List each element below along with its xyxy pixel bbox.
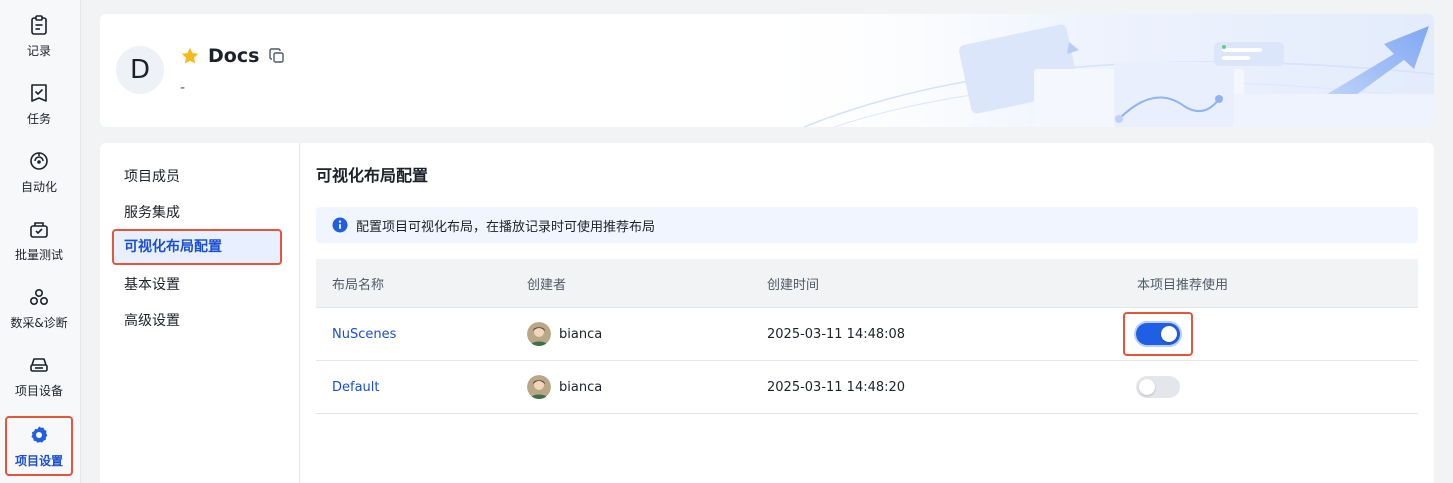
nav-label: 项目设备 xyxy=(14,383,63,398)
table-header: 布局名称 创建者 创建时间 本项目推荐使用 xyxy=(316,259,1418,308)
toggle-highlight xyxy=(1123,312,1193,356)
user-avatar xyxy=(527,375,551,399)
creator-cell: bianca xyxy=(527,322,767,346)
nav-item-records[interactable]: 记录 xyxy=(5,6,73,66)
nav-item-batch-test[interactable]: 批量测试 xyxy=(5,210,73,270)
batch-test-icon xyxy=(28,218,50,240)
toggle-container xyxy=(1123,365,1193,409)
info-icon xyxy=(332,217,348,233)
submenu-item-members[interactable]: 项目成员 xyxy=(112,159,282,195)
column-header-name: 布局名称 xyxy=(332,277,385,293)
settings-submenu: 项目成员 服务集成 可视化布局配置 基本设置 高级设置 xyxy=(100,143,300,483)
header-illustration xyxy=(734,14,1434,127)
left-nav: 记录 任务 自动化 批量测试 数采&诊断 项目设备 项目设置 xyxy=(0,0,81,483)
user-avatar xyxy=(527,322,551,346)
clipboard-icon xyxy=(28,14,50,36)
layout-table: 布局名称 创建者 创建时间 本项目推荐使用 NuScenes bianca 20… xyxy=(316,259,1418,414)
submenu-item-advanced-settings[interactable]: 高级设置 xyxy=(112,303,282,339)
section-title: 可视化布局配置 xyxy=(316,166,429,185)
diagnosis-icon xyxy=(28,286,50,308)
layout-name-link[interactable]: NuScenes xyxy=(316,327,527,342)
project-avatar: D xyxy=(116,46,164,94)
nav-item-diagnosis[interactable]: 数采&诊断 xyxy=(5,278,73,338)
submenu-item-basic-settings[interactable]: 基本设置 xyxy=(112,267,282,303)
project-title-row: Docs xyxy=(180,45,285,67)
submenu-item-integrations[interactable]: 服务集成 xyxy=(112,195,282,231)
automation-icon xyxy=(28,150,50,172)
info-banner: 配置项目可视化布局，在播放记录时可使用推荐布局 xyxy=(316,207,1418,243)
creator-name: bianca xyxy=(559,379,603,395)
nav-item-project-settings[interactable]: 项目设置 xyxy=(5,416,73,476)
creator-name: bianca xyxy=(559,326,603,342)
nav-label: 任务 xyxy=(26,111,51,126)
table-row: NuScenes bianca 2025-03-11 14:48:08 xyxy=(316,308,1418,361)
copy-icon[interactable] xyxy=(269,48,285,64)
nav-item-automation[interactable]: 自动化 xyxy=(5,142,73,202)
task-check-icon xyxy=(28,82,50,104)
submenu-item-visual-layout[interactable]: 可视化布局配置 xyxy=(112,229,282,265)
created-time: 2025-03-11 14:48:08 xyxy=(767,326,906,342)
recommend-toggle[interactable] xyxy=(1136,323,1180,345)
nav-label: 项目设置 xyxy=(14,453,63,468)
column-header-creator: 创建者 xyxy=(527,277,567,293)
star-icon[interactable] xyxy=(180,46,200,66)
recommend-toggle[interactable] xyxy=(1136,376,1180,398)
project-header: D Docs - xyxy=(100,14,1434,127)
creator-cell: bianca xyxy=(527,375,767,399)
nav-label: 自动化 xyxy=(20,179,57,194)
nav-item-tasks[interactable]: 任务 xyxy=(5,74,73,134)
created-time: 2025-03-11 14:48:20 xyxy=(767,379,906,395)
project-title: Docs xyxy=(208,45,260,67)
toggle-knob xyxy=(1161,326,1177,342)
info-text: 配置项目可视化布局，在播放记录时可使用推荐布局 xyxy=(356,219,656,235)
nav-label: 记录 xyxy=(26,43,51,58)
column-header-recommended: 本项目推荐使用 xyxy=(1137,277,1229,293)
layout-name-link[interactable]: Default xyxy=(316,380,527,395)
gear-icon xyxy=(28,424,50,446)
project-subtitle: - xyxy=(180,80,186,96)
nav-label: 批量测试 xyxy=(14,247,63,262)
device-icon xyxy=(28,354,50,376)
recommended-cell xyxy=(1136,365,1418,409)
nav-label: 数采&诊断 xyxy=(10,315,68,330)
settings-panel: 项目成员 服务集成 可视化布局配置 基本设置 高级设置 可视化布局配置 配置项目… xyxy=(100,143,1434,483)
column-header-created: 创建时间 xyxy=(767,277,820,293)
recommended-cell xyxy=(1123,312,1418,356)
nav-item-devices[interactable]: 项目设备 xyxy=(5,346,73,406)
table-row: Default bianca 2025-03-11 14:48:20 xyxy=(316,361,1418,414)
toggle-knob xyxy=(1139,379,1155,395)
